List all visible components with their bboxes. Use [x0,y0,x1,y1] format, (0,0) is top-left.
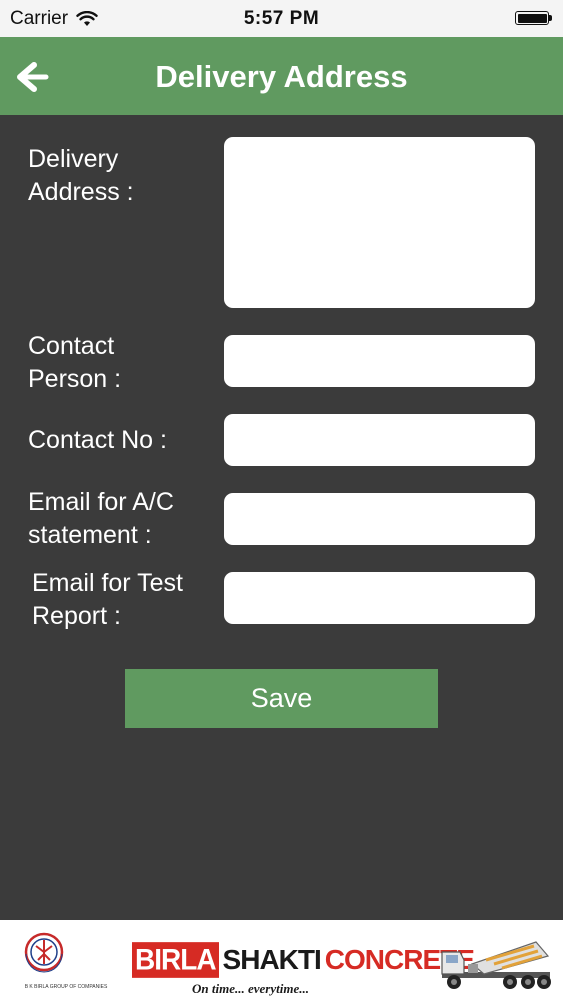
email-ac-label-line1: Email for A/C [28,488,174,516]
email-test-field[interactable] [224,572,535,624]
brand-shakti-text: SHAKTI [222,944,322,975]
contact-person-field[interactable] [224,335,535,387]
email-test-label-line1: Email for Test [32,569,183,597]
delivery-address-field[interactable] [224,137,535,308]
contact-person-label-line2: Person : [28,365,122,393]
delivery-address-label-line1: Delivery [28,145,119,173]
brand-logo: BIRLA SHAKTI CONCRETE [132,940,475,980]
nav-bar: Delivery Address [0,37,563,115]
battery-icon [515,11,553,27]
status-bar: Carrier 5:57 PM [0,0,563,37]
contact-person-label: Contact Person : [28,330,121,396]
contact-no-label-text: Contact No : [28,426,167,454]
save-button[interactable]: Save [125,669,438,728]
contact-no-label: Contact No : [28,424,167,457]
page-title: Delivery Address [155,59,408,94]
delivery-address-label-line2: Address : [28,178,134,206]
delivery-address-label: Delivery Address : [28,143,134,209]
birla-group-logo: B K BIRLA GROUP OF COMPANIES [12,930,107,992]
group-logo-caption: B K BIRLA GROUP OF COMPANIES [24,984,108,990]
footer-banner: B K BIRLA GROUP OF COMPANIES BIRLA SHAKT… [0,920,563,1000]
contact-person-label-line1: Contact [28,332,115,360]
email-test-label: Email for Test Report : [32,567,183,633]
brand-tagline: On time... everytime... [192,981,309,996]
email-test-label-line2: Report : [32,602,121,630]
status-time: 5:57 PM [243,8,320,29]
contact-no-field[interactable] [224,414,535,466]
email-ac-label-line2: statement : [28,521,152,549]
email-ac-label: Email for A/C statement : [28,486,174,552]
brand-birla-text: BIRLA [132,942,219,978]
email-ac-field[interactable] [224,493,535,545]
concrete-mixer-truck-image [438,934,556,994]
